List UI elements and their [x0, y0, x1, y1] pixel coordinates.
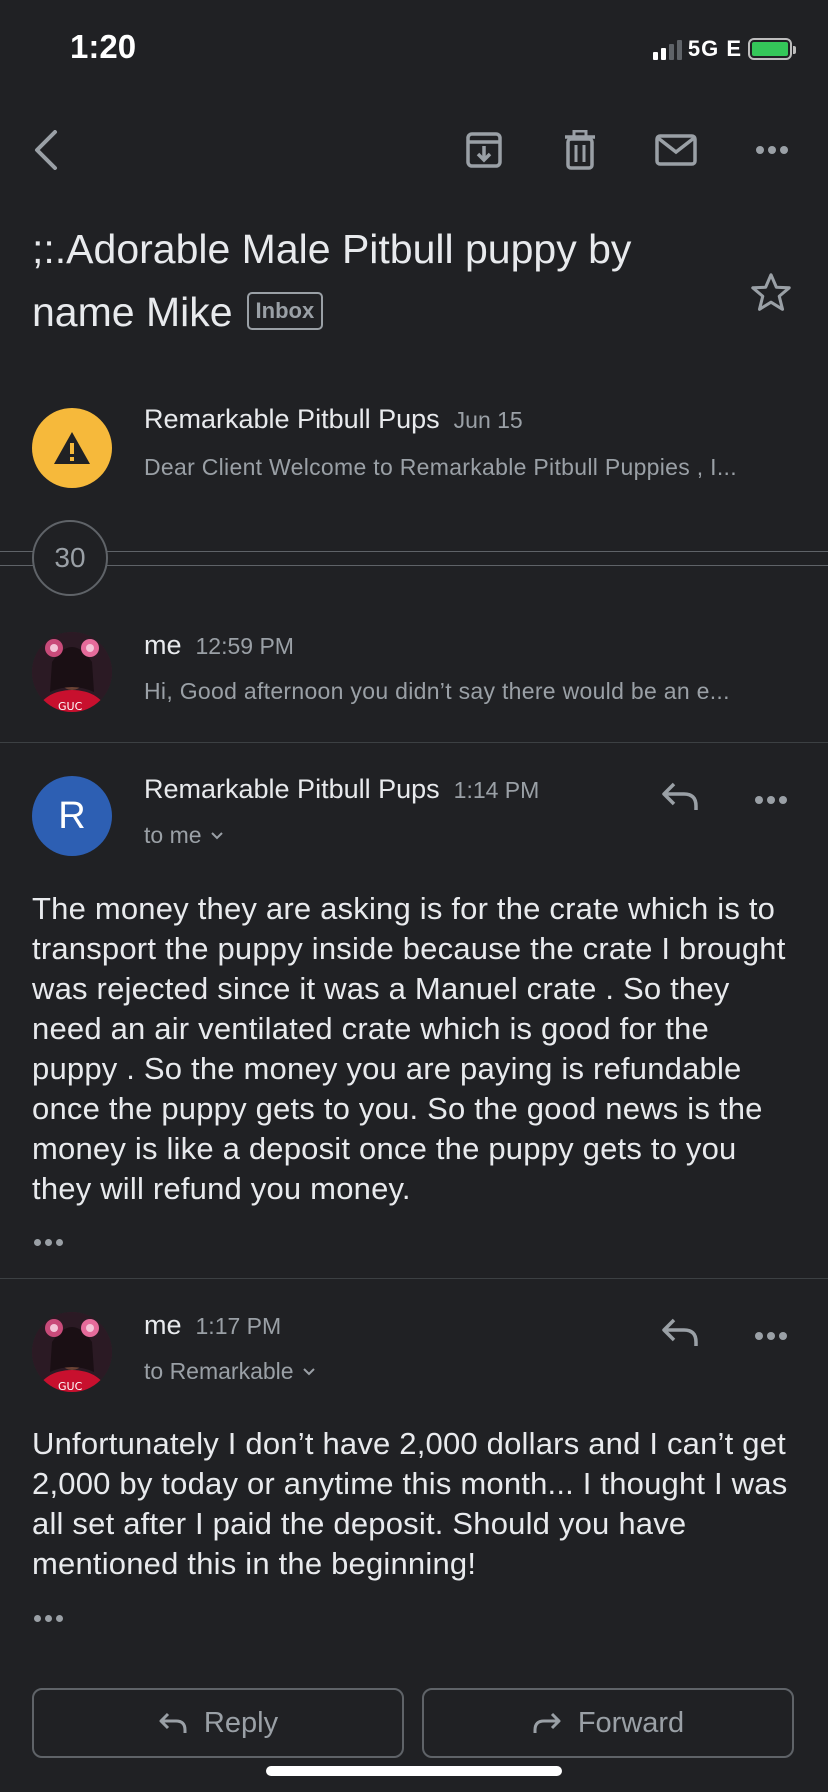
message-more-button[interactable] — [754, 788, 794, 812]
recipients-toggle[interactable]: to Remarkable — [144, 1358, 316, 1385]
forward-icon — [533, 1712, 561, 1733]
chevron-down-icon — [210, 831, 223, 839]
profile-photo: GUC — [32, 632, 112, 712]
message-time: Jun 15 — [453, 407, 523, 433]
reply-icon — [159, 1712, 187, 1733]
forward-button[interactable]: Forward — [422, 1688, 794, 1758]
message-header[interactable]: me 1:17 PM — [144, 1310, 281, 1341]
recipients-line: to Remarkable — [144, 1358, 294, 1384]
more-horizontal-icon — [755, 796, 787, 804]
message-time: 12:59 PM — [195, 633, 294, 659]
mark-unread-button[interactable] — [654, 128, 698, 172]
message-divider — [0, 742, 828, 743]
message-body: The money they are asking is for the cra… — [32, 891, 786, 1206]
star-icon — [751, 273, 791, 311]
message-row-2[interactable]: GUC me 12:59 PM Hi, Good afternoon you di… — [0, 616, 828, 742]
warning-icon — [54, 432, 90, 464]
reply-icon — [662, 782, 698, 810]
collapsed-messages-count[interactable]: 30 — [32, 520, 108, 596]
archive-button[interactable] — [462, 128, 506, 172]
forward-label: Forward — [577, 1706, 685, 1739]
message-snippet: Hi, Good afternoon you didn’t say there … — [144, 678, 730, 704]
message-body: Unfortunately I don’t have 2,000 dollars… — [32, 1426, 788, 1581]
home-indicator[interactable] — [266, 1766, 562, 1776]
star-button[interactable] — [748, 270, 794, 316]
message-time: 1:17 PM — [195, 1313, 282, 1339]
battery-icon — [748, 38, 796, 60]
status-time: 1:20 — [70, 28, 137, 65]
avatar: GUC — [32, 1312, 112, 1392]
mail-icon — [655, 134, 697, 166]
back-button[interactable] — [24, 128, 68, 172]
svg-text:GUC: GUC — [58, 700, 83, 712]
avatar: R — [32, 776, 112, 856]
recipients-line: to me — [144, 822, 202, 848]
signal-icon — [652, 38, 682, 60]
sender-name: me — [144, 630, 182, 660]
network-label: 5G E — [687, 36, 742, 61]
collapsed-divider — [0, 565, 828, 566]
avatar: GUC — [32, 632, 112, 712]
chevron-down-icon — [302, 1367, 315, 1375]
subject-title: ;:.Adorable Male Pitbull puppy by name M… — [32, 226, 632, 335]
sender-name: Remarkable Pitbull Pups — [144, 404, 440, 434]
reply-all-bottom-button[interactable]: Reply — [32, 1688, 404, 1758]
chevron-left-icon — [35, 130, 57, 170]
sender-name: Remarkable Pitbull Pups — [144, 774, 440, 804]
message-more-button[interactable] — [754, 1324, 794, 1348]
profile-photo: GUC — [32, 1312, 112, 1392]
svg-text:GUC: GUC — [58, 1380, 83, 1392]
message-time: 1:14 PM — [453, 777, 540, 803]
show-trimmed-content-button[interactable] — [34, 1232, 74, 1252]
avatar — [32, 408, 112, 488]
message-snippet: Dear Client Welcome to Remarkable Pitbul… — [144, 454, 737, 480]
message-row-1[interactable]: Remarkable Pitbull Pups Jun 15 Dear Clien… — [0, 392, 828, 512]
reply-button[interactable] — [660, 1316, 708, 1356]
delete-button[interactable] — [558, 128, 602, 172]
reply-button[interactable] — [660, 780, 708, 820]
recipients-toggle[interactable]: to me — [144, 822, 224, 849]
status-indicators: 5G E — [652, 36, 796, 62]
archive-icon — [466, 132, 502, 168]
show-trimmed-content-button[interactable] — [34, 1608, 74, 1628]
more-horizontal-icon — [756, 146, 788, 154]
email-subject: ;:.Adorable Male Pitbull puppy by name M… — [32, 218, 732, 344]
reply-label: Reply — [203, 1706, 279, 1739]
collapsed-divider — [0, 551, 828, 552]
message-divider — [0, 1278, 828, 1279]
reply-icon — [662, 1318, 698, 1346]
more-horizontal-icon — [755, 1332, 787, 1340]
inbox-label-badge[interactable]: Inbox — [246, 292, 324, 331]
trash-icon — [565, 130, 595, 170]
message-header[interactable]: Remarkable Pitbull Pups 1:14 PM — [144, 774, 539, 805]
sender-name: me — [144, 1310, 182, 1340]
more-options-button[interactable] — [750, 128, 794, 172]
